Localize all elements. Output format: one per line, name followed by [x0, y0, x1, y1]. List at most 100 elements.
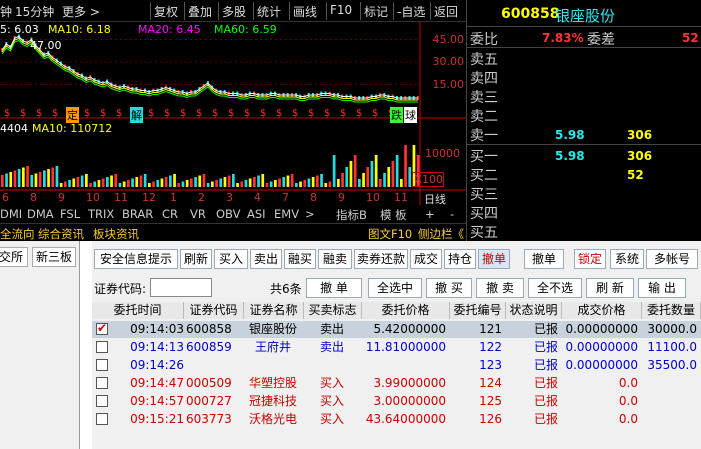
toolbar-item-0[interactable]: 钟	[0, 3, 12, 20]
neeq-button[interactable]: 新三板	[32, 247, 76, 267]
volume-bar	[89, 183, 92, 187]
signal-marker: $	[340, 108, 347, 119]
volume-bar	[219, 178, 223, 187]
signal-marker: $	[52, 108, 59, 119]
table-row[interactable]: 09:14:03600858 银座股份 卖出 5.42000000 121 已报 0.000…	[92, 321, 701, 338]
toolbar-item-2[interactable]: 更多 >	[62, 3, 100, 20]
indicator-tab-3[interactable]: TRIX	[88, 207, 114, 221]
volume-bar	[164, 177, 168, 187]
info-tab-2[interactable]: 板块资讯	[93, 226, 139, 242]
info-tab-4[interactable]: 侧边栏《	[418, 226, 464, 242]
table-row[interactable]: 09:15:21 603773 沃格光电 买入 43.64000000 126 已报 0.0	[92, 411, 701, 428]
volume-bar	[353, 155, 357, 187]
toolbar-item-7[interactable]: 画线	[293, 3, 317, 20]
row-checkbox[interactable]	[96, 341, 108, 353]
toolbar-button-8[interactable]: 持仓	[444, 249, 476, 269]
row-checkbox[interactable]	[96, 321, 108, 335]
toolbar-item-9[interactable]: 标记	[364, 3, 388, 20]
toolbar-button-3[interactable]: 卖出	[250, 249, 282, 269]
kline-chart[interactable]: 45.00 30.00 15.00 47.00 5: 6.03 MA10: 6.18 MA2…	[0, 22, 466, 222]
toolbar-button-6[interactable]: 卖券还款	[354, 249, 408, 269]
indicator-tab-4[interactable]: BRAR	[122, 207, 153, 221]
column-header-1[interactable]: 证券代码	[184, 302, 244, 319]
toolbar-item-10[interactable]: -自选	[397, 3, 425, 20]
volume-bar	[404, 145, 407, 187]
column-header-4[interactable]: 委托价格	[362, 302, 450, 319]
indicator-tab-14[interactable]: -	[450, 207, 454, 221]
toolbar-button-10[interactable]: 撤单	[524, 249, 564, 269]
cell-status: 已报	[533, 358, 558, 372]
toolbar-item-1[interactable]: 15分钟	[15, 3, 54, 20]
toolbar-button-7[interactable]: 成交	[410, 249, 442, 269]
x-tick: 8	[310, 191, 317, 204]
action-button-4[interactable]: 全不选	[528, 278, 582, 298]
table-row[interactable]: 09:14:47 000509 华塑控股 买入 3.99000000 124 已报 0.0	[92, 375, 701, 392]
column-header-5[interactable]: 委托编号	[450, 302, 506, 319]
info-tab-0[interactable]: 全流向	[0, 226, 35, 242]
indicator-tab-2[interactable]: FSL	[60, 207, 80, 221]
toolbar-item-11[interactable]: 返回	[434, 3, 458, 20]
volume-bar	[202, 174, 206, 187]
indicator-tab-11[interactable]: 指标B	[336, 207, 367, 223]
exchange-button[interactable]: 交所	[0, 247, 28, 267]
info-tab-1[interactable]: 综合资讯	[38, 226, 84, 242]
toolbar-button-5[interactable]: 融卖	[318, 249, 352, 269]
info-tab-3[interactable]: 图文F10	[368, 226, 412, 242]
column-header-8[interactable]: 委托数量	[642, 302, 701, 319]
action-button-0[interactable]: 撤 单	[306, 278, 362, 298]
cell-time: 09:14:57	[130, 394, 184, 408]
jie-marker: 解	[130, 107, 143, 123]
toolbar-button-2[interactable]: 买入	[214, 249, 248, 269]
indicator-tab-5[interactable]: CR	[162, 207, 178, 221]
ask-level: 卖四	[467, 68, 701, 89]
volume-bar	[316, 175, 319, 187]
toolbar-item-5[interactable]: 多股	[222, 3, 246, 20]
row-checkbox[interactable]	[96, 359, 108, 371]
table-row[interactable]: 09:14:13 600859 王府井 卖出 11.81000000 122 已报 0.000…	[92, 339, 701, 356]
table-row[interactable]: 09:14:26 123 已报 0.00000000 35500.0	[92, 357, 701, 374]
column-header-7[interactable]: 成交价格	[562, 302, 642, 319]
row-checkbox[interactable]	[96, 395, 108, 407]
indicator-tab-9[interactable]: EMV	[274, 207, 299, 221]
toolbar-button-12[interactable]: 系统	[610, 249, 644, 269]
toolbar-separator	[184, 2, 185, 20]
indicator-tab-12[interactable]: 模 板	[380, 207, 407, 223]
toolbar-button-11[interactable]: 锁定	[574, 249, 606, 269]
indicator-tab-8[interactable]: ASI	[247, 207, 266, 221]
action-button-6[interactable]: 输 出	[638, 278, 686, 298]
action-button-5[interactable]: 刷 新	[586, 278, 634, 298]
column-header-2[interactable]: 证券名称	[244, 302, 304, 319]
action-button-1[interactable]: 全选中	[368, 278, 422, 298]
x-tick: 3	[226, 191, 233, 204]
row-checkbox[interactable]	[96, 377, 108, 389]
toolbar-button-4[interactable]: 融买	[284, 249, 316, 269]
table-row[interactable]: 09:14:57 000727 冠捷科技 买入 3.00000000 125 已报 0.0	[92, 393, 701, 410]
toolbar-item-4[interactable]: 叠加	[188, 3, 212, 20]
indicator-tab-10[interactable]: >	[305, 207, 315, 221]
column-header-6[interactable]: 状态说明	[506, 302, 562, 319]
cell-code: 000509	[186, 376, 232, 390]
toolbar-item-3[interactable]: 复权	[154, 3, 178, 20]
indicator-tab-1[interactable]: DMA	[27, 207, 54, 221]
toolbar-button-13[interactable]: 多帐号	[646, 249, 698, 269]
toolbar-button-1[interactable]: 刷新	[180, 249, 212, 269]
toolbar-button-9[interactable]: 撤单	[478, 249, 510, 269]
volume-bar	[383, 173, 386, 187]
indicator-tab-13[interactable]: +	[425, 207, 435, 221]
volume-bar	[118, 183, 122, 187]
column-header-3[interactable]: 买卖标志	[304, 302, 362, 319]
row-checkbox[interactable]	[96, 413, 108, 425]
column-header-0[interactable]: 委托时间	[92, 302, 184, 319]
code-input[interactable]	[150, 278, 212, 297]
toolbar-button-0[interactable]: 安全信息提示	[94, 249, 178, 269]
cell-status: 已报	[533, 412, 558, 426]
toolbar-item-8[interactable]: F10	[330, 3, 352, 17]
action-button-2[interactable]: 撤 买	[426, 278, 472, 298]
indicator-tab-6[interactable]: VR	[190, 207, 206, 221]
indicator-tab-0[interactable]: DMI	[0, 207, 22, 221]
indicator-tab-7[interactable]: OBV	[216, 207, 240, 221]
cell-qty: 35500.0	[647, 358, 697, 372]
action-button-3[interactable]: 撤 卖	[476, 278, 524, 298]
toolbar-item-6[interactable]: 统计	[257, 3, 281, 20]
volume-bar	[366, 167, 370, 187]
